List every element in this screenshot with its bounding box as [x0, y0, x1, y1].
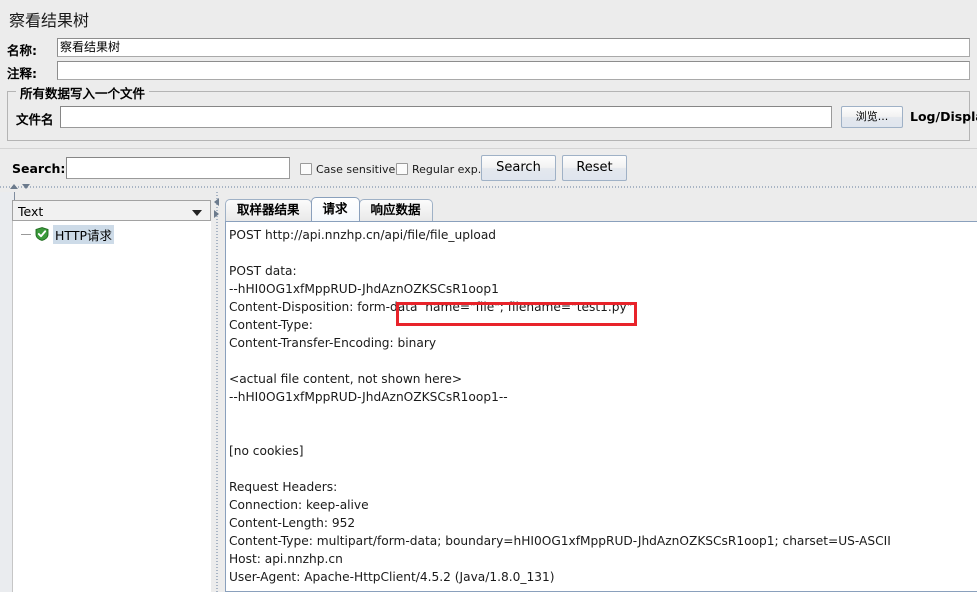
checkbox-icon — [396, 163, 408, 175]
request-line: Host: api.nnzhp.cn — [229, 552, 343, 566]
title-bar: 察看结果树 — [0, 0, 977, 35]
filename-label: 文件名 — [16, 112, 54, 127]
comment-input[interactable] — [57, 61, 970, 80]
search-label: Search: — [12, 161, 66, 176]
log-display-label: Log/Display O — [910, 109, 977, 124]
request-line — [229, 352, 977, 370]
name-row: 名称: 察看结果树 — [7, 38, 970, 59]
search-input[interactable] — [66, 157, 290, 179]
renderer-select[interactable]: Text — [12, 200, 211, 221]
results-tree-panel: Text HTTP请求 — [0, 192, 212, 592]
tab-response-data[interactable]: 响应数据 — [358, 199, 433, 221]
request-line — [229, 460, 977, 478]
request-line: <actual file content, not shown here> — [229, 372, 463, 386]
collapse-up-icon[interactable] — [10, 184, 18, 189]
request-line: Content-Type: — [229, 318, 313, 332]
tree-branch-line — [21, 233, 31, 235]
browse-button[interactable]: 浏览... — [841, 106, 903, 128]
tab-request[interactable]: 请求 — [310, 197, 360, 221]
regular-exp-label: Regular exp. — [412, 162, 482, 176]
request-line: --hHI0OG1xfMppRUD-JhdAznOZKSCsR1oop1 — [229, 282, 499, 296]
write-all-data-to-file-group: 所有数据写入一个文件 文件名 浏览... Log/Display O — [7, 83, 977, 141]
request-text-area[interactable]: POST http://api.nnzhp.cn/api/file/file_u… — [225, 221, 977, 592]
request-line: POST http://api.nnzhp.cn/api/file/file_u… — [229, 228, 497, 242]
green-shield-check-icon — [35, 227, 49, 241]
name-label: 名称: — [7, 43, 37, 58]
request-line: Connection: keep-alive — [229, 498, 369, 512]
jmeter-view-results-tree-panel: 察看结果树 名称: 察看结果树 注释: 所有数据写入一个文件 文件名 浏览...… — [0, 0, 977, 592]
reset-button[interactable]: Reset — [562, 155, 627, 181]
collapse-right-icon[interactable] — [214, 210, 219, 218]
vertical-split-divider[interactable] — [212, 192, 222, 592]
request-line: Request Headers: — [229, 480, 338, 494]
result-tabs: 取样器结果 请求 响应数据 — [225, 197, 433, 221]
request-line — [229, 424, 977, 442]
request-line — [229, 406, 977, 424]
request-line: [no cookies] — [229, 444, 304, 458]
renderer-select-value: Text — [18, 204, 44, 219]
request-line: User-Agent: Apache-HttpClient/4.5.2 (Jav… — [229, 570, 555, 584]
regular-exp-checkbox[interactable]: Regular exp. — [396, 161, 481, 177]
request-line: POST data: — [229, 264, 297, 278]
result-detail-panel: 取样器结果 请求 响应数据 POST http://api.nnzhp.cn/a… — [222, 192, 977, 592]
comment-label: 注释: — [7, 66, 37, 81]
write-all-data-to-file-legend: 所有数据写入一个文件 — [16, 83, 150, 102]
search-button[interactable]: Search — [481, 155, 556, 181]
request-line: Content-Length: 952 — [229, 516, 356, 530]
request-text-lines: POST http://api.nnzhp.cn/api/file/file_u… — [229, 226, 977, 586]
tab-sampler-result[interactable]: 取样器结果 — [225, 199, 312, 221]
request-line: Content-Type: multipart/form-data; bound… — [229, 534, 891, 548]
chevron-down-icon — [192, 210, 202, 216]
collapse-down-icon[interactable] — [22, 184, 30, 189]
collapse-left-icon[interactable] — [214, 198, 219, 206]
request-line: Content-Transfer-Encoding: binary — [229, 336, 437, 350]
request-line: Content-Disposition: form-data name="fil… — [229, 300, 633, 314]
case-sensitive-label: Case sensitive — [316, 162, 396, 176]
case-sensitive-checkbox[interactable]: Case sensitive — [300, 161, 395, 177]
horizontal-split-divider[interactable] — [0, 182, 977, 192]
tree-node-label: HTTP请求 — [53, 224, 114, 244]
checkbox-icon — [300, 163, 312, 175]
tree-node-http-request[interactable]: HTTP请求 — [21, 224, 114, 244]
filename-input[interactable] — [60, 106, 832, 128]
request-line: --hHI0OG1xfMppRUD-JhdAznOZKSCsR1oop1-- — [229, 390, 508, 404]
request-line — [229, 244, 977, 262]
comment-row: 注释: — [7, 61, 970, 82]
name-input[interactable]: 察看结果树 — [57, 38, 970, 57]
page-title: 察看结果树 — [9, 11, 90, 30]
results-tree[interactable]: HTTP请求 — [12, 221, 211, 592]
